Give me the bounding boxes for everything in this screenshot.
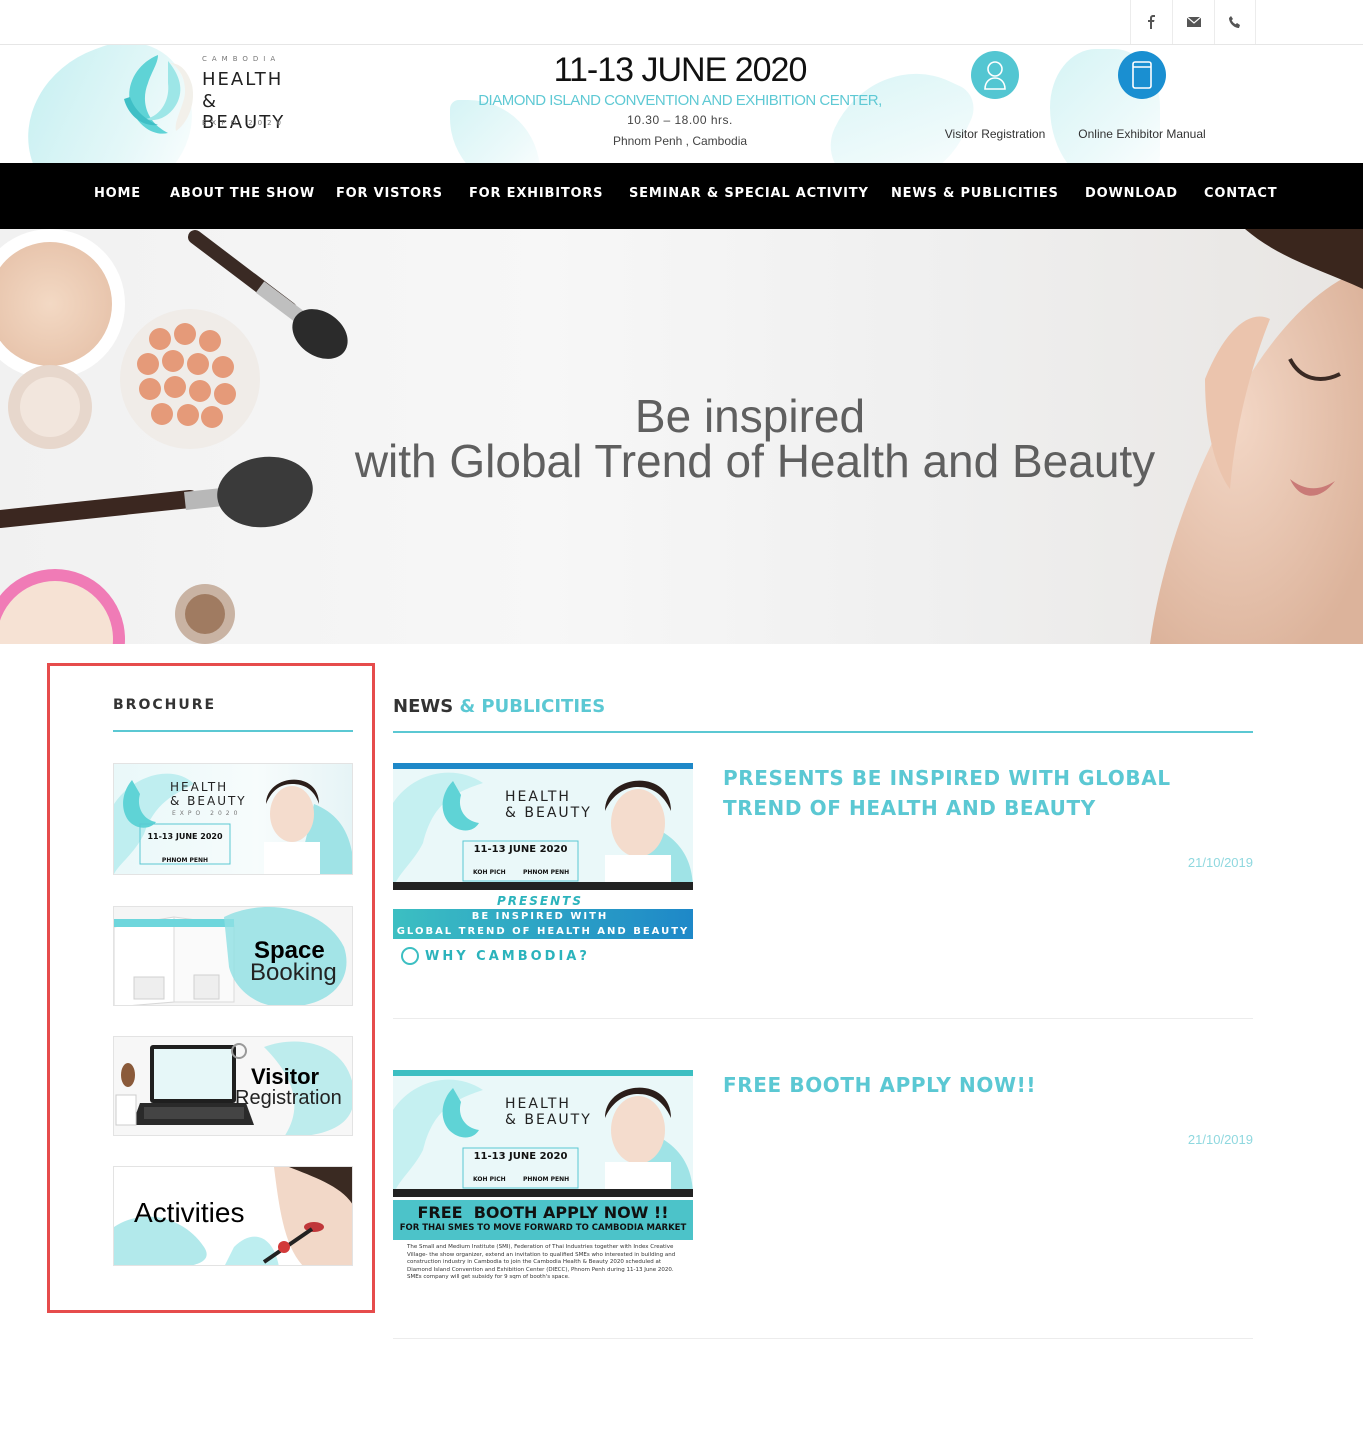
site-header: CAMBODIA HEALTH & BEAUTY EXPO 2020 11-13… [0,45,1363,163]
event-hours: 10.30 – 18.00 hrs. [627,113,733,127]
news-post-separator [393,1018,1253,1019]
event-venue: DIAMOND ISLAND CONVENTION AND EXHIBITION… [478,92,882,109]
phone-icon[interactable] [1214,0,1256,44]
thumb2-loc2: PHNOM PENH [523,1176,570,1183]
nav-download[interactable]: DOWNLOAD [1085,163,1178,229]
thumb2-date: 11-13 JUNE 2020 [473,1151,568,1162]
thumb1-loc1: KOH PICH [473,869,506,876]
brochure-banner[interactable]: HEALTH & BEAUTY EXPO 2020 11-13 JUNE 202… [113,763,353,875]
hero-headline-line2: with Global Trend of Health and Beauty [354,435,1156,487]
news-post-separator [393,1338,1253,1339]
event-info: 11-13 JUNE 2020 DIAMOND ISLAND CONVENTIO… [430,45,930,148]
book-icon [1118,51,1166,99]
main-nav: HOME ABOUT THE SHOW FOR VISTORS FOR EXHI… [0,163,1363,229]
nav-contact[interactable]: CONTACT [1204,163,1277,229]
hero-banner: Be inspired with Global Trend of Health … [0,229,1363,644]
nav-for-visitors[interactable]: FOR VISTORS [336,163,443,229]
thumb2-logo-line1: HEALTH [505,1096,571,1112]
news-section-title: NEWS & PUBLICITIES [393,696,605,717]
event-date: 11-13 JUNE 2020 [553,51,808,89]
thumb1-band2: GLOBAL TREND OF HEALTH AND BEAUTY [396,926,690,937]
nav-for-exhibitors[interactable]: FOR EXHIBITORS [469,163,603,229]
top-utility-bar [0,0,1363,45]
activities-banner[interactable]: Activities [113,1166,353,1266]
brochure-title: BROCHURE [113,697,217,713]
exhibitor-manual-label: Online Exhibitor Manual [1078,127,1206,141]
thumb1-loc2: PHNOM PENH [523,869,570,876]
brochure-logo-line3: EXPO 2020 [172,810,242,817]
user-icon [971,51,1019,99]
news-post-title[interactable]: PRESENTS BE INSPIRED WITH GLOBAL TREND O… [723,763,1243,823]
news-thumbnail[interactable]: HEALTH & BEAUTY 11-13 JUNE 2020 KOH PICH… [393,1070,693,1289]
visitor-registration-link[interactable]: Visitor Registration [935,51,1055,141]
thumb2-loc1: KOH PICH [473,1176,506,1183]
site-logo[interactable]: CAMBODIA HEALTH & BEAUTY EXPO 2020 [118,51,308,141]
nav-seminar[interactable]: SEMINAR & SPECIAL ACTIVITY [629,163,869,229]
mail-icon[interactable] [1172,0,1214,44]
logo-line1: HEALTH [202,69,284,90]
activities-label: Activities [134,1197,245,1228]
visitor-reg-line2: Registration [235,1087,342,1109]
news-title-part1: NEWS [393,696,454,717]
thumb1-logo-line2: & BEAUTY [505,805,592,821]
visitor-registration-banner[interactable]: Visitor Registration [113,1036,353,1136]
brochure-divider [113,730,353,732]
thumb2-cta: FREE BOOTH APPLY NOW !! [417,1203,669,1222]
brochure-city: PHNOM PENH [161,857,209,864]
thumb1-band1: BE INSPIRED WITH [471,911,609,922]
thumb2-body: The Small and Medium Institute (SMI), Fe… [407,1244,676,1280]
thumb1-logo-line1: HEALTH [505,789,571,805]
brochure-logo-line1: HEALTH [170,780,229,794]
logo-line3: EXPO 2020 [202,119,286,127]
visitor-registration-label: Visitor Registration [944,127,1046,141]
news-title-part2: & PUBLICITIES [459,696,606,717]
thumb1-date: 11-13 JUNE 2020 [473,844,568,855]
event-city: Phnom Penh , Cambodia [612,134,748,148]
thumb1-presents: PRESENTS [497,894,583,908]
logo-mark-icon [124,55,194,134]
news-divider [393,731,1253,733]
space-booking-line2: Booking [250,959,337,986]
logo-country: CAMBODIA [202,55,281,63]
nav-about-the-show[interactable]: ABOUT THE SHOW [170,163,315,229]
exhibitor-manual-link[interactable]: Online Exhibitor Manual [1072,51,1212,141]
space-booking-banner[interactable]: Space Booking [113,906,353,1006]
facebook-icon[interactable] [1130,0,1172,44]
thumb2-logo-line2: & BEAUTY [505,1112,592,1128]
thumb2-sub: FOR THAI SMES TO MOVE FORWARD TO CAMBODI… [399,1223,687,1233]
news-post-date: 21/10/2019 [1187,1132,1253,1147]
brochure-logo-line2: & BEAUTY [170,794,247,808]
news-post-date: 21/10/2019 [1187,855,1253,870]
news-post-title[interactable]: FREE BOOTH APPLY NOW!! [723,1070,1243,1100]
nav-home[interactable]: HOME [94,163,141,229]
news-thumbnail[interactable]: HEALTH & BEAUTY 11-13 JUNE 2020 KOH PICH… [393,763,693,968]
thumb1-why: WHY CAMBODIA? [425,949,590,964]
nav-news[interactable]: NEWS & PUBLICITIES [891,163,1059,229]
brochure-date: 11-13 JUNE 2020 [147,832,223,841]
